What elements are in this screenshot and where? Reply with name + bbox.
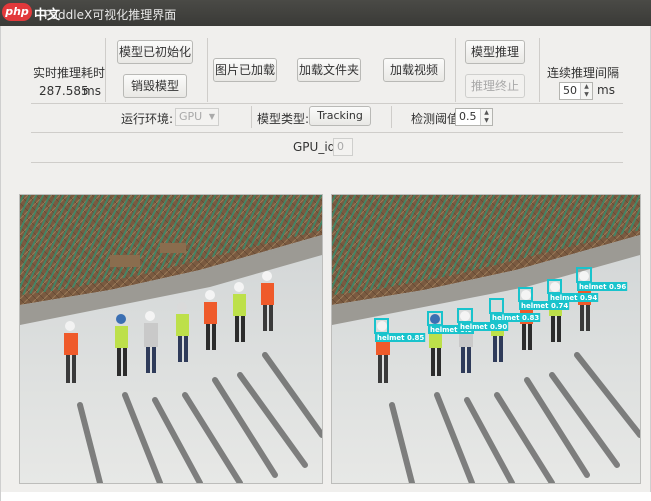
separator xyxy=(455,38,456,102)
spin-down-icon[interactable]: ▼ xyxy=(481,117,492,125)
interval-value: 50 xyxy=(563,84,577,97)
interval-unit: ms xyxy=(597,83,615,97)
infer-time-label: 实时推理耗时 xyxy=(33,66,106,80)
spin-up-icon[interactable]: ▲ xyxy=(481,109,492,117)
horizontal-separator xyxy=(31,103,623,104)
helmet-label: helmet 0.90 xyxy=(460,323,507,331)
load-folder-button[interactable]: 加载文件夹 xyxy=(297,58,361,82)
spin-arrows[interactable]: ▲ ▼ xyxy=(480,109,492,125)
window-title: PaddleX可视化推理界面 xyxy=(44,8,177,22)
result-image: helmet 0.85helmet 0.9helmet 0.90helmet 0… xyxy=(332,195,640,483)
main-window: 实时推理耗时 287.585 ms 模型已初始化 销毁模型 图片已加载 加载文件… xyxy=(0,26,651,501)
helmet-label: helmet 0.85 xyxy=(377,334,424,342)
interval-label: 连续推理间隔 xyxy=(547,66,620,80)
helmet-label: helmet 0.83 xyxy=(492,314,539,322)
spin-down-icon[interactable]: ▼ xyxy=(581,91,592,99)
interval-spinbox[interactable]: 50 ▲ ▼ xyxy=(559,82,593,100)
threshold-spinbox[interactable]: 0.5 ▲ ▼ xyxy=(455,108,493,126)
infer-time-unit: ms xyxy=(83,84,101,98)
horizontal-separator xyxy=(31,132,623,133)
separator xyxy=(207,38,208,102)
control-panel: 实时推理耗时 287.585 ms 模型已初始化 销毁模型 图片已加载 加载文件… xyxy=(31,34,623,174)
separator xyxy=(105,38,106,102)
separator xyxy=(251,106,252,128)
env-select[interactable]: GPU ▼ xyxy=(175,108,219,126)
model-type-button[interactable]: Tracking xyxy=(309,106,371,126)
spin-up-icon[interactable]: ▲ xyxy=(581,83,592,91)
php-logo: php xyxy=(2,3,32,21)
helmet-label: helmet 0.94 xyxy=(550,294,597,302)
helmet-label: helmet 0.74 xyxy=(521,302,568,310)
status-strip xyxy=(1,492,651,501)
threshold-label: 检测阈值 xyxy=(411,112,460,126)
model-infer-button[interactable]: 模型推理 xyxy=(465,40,525,64)
gpu-id-input[interactable]: 0 xyxy=(333,138,353,156)
stop-infer-button[interactable]: 推理终止 xyxy=(465,74,525,98)
separator xyxy=(539,38,540,102)
chevron-down-icon: ▼ xyxy=(208,112,215,121)
gpu-id-value: 0 xyxy=(337,140,344,153)
helmet-label: helmet 0.96 xyxy=(579,283,626,291)
model-type-label: 模型类型: xyxy=(257,112,310,126)
horizontal-separator xyxy=(31,162,623,163)
spin-arrows[interactable]: ▲ ▼ xyxy=(580,83,592,99)
infer-time-value: 287.585 xyxy=(39,84,89,98)
load-video-button[interactable]: 加载视频 xyxy=(383,58,445,82)
threshold-value: 0.5 xyxy=(459,110,477,123)
env-label: 运行环境: xyxy=(121,112,174,126)
env-value: GPU xyxy=(179,110,203,123)
init-model-button[interactable]: 模型已初始化 xyxy=(117,40,193,64)
separator xyxy=(391,106,392,128)
image-loaded-button[interactable]: 图片已加载 xyxy=(213,58,277,82)
destroy-model-button[interactable]: 销毁模型 xyxy=(123,74,187,98)
result-image-view: helmet 0.85 helmet 0.9 helmet 0.90 helmet 0… xyxy=(331,194,641,484)
gpu-id-label: GPU_id xyxy=(293,140,336,154)
title-bar: php 中文网 PaddleX可视化推理界面 xyxy=(0,0,651,42)
original-image xyxy=(20,195,322,483)
original-image-view xyxy=(19,194,323,484)
